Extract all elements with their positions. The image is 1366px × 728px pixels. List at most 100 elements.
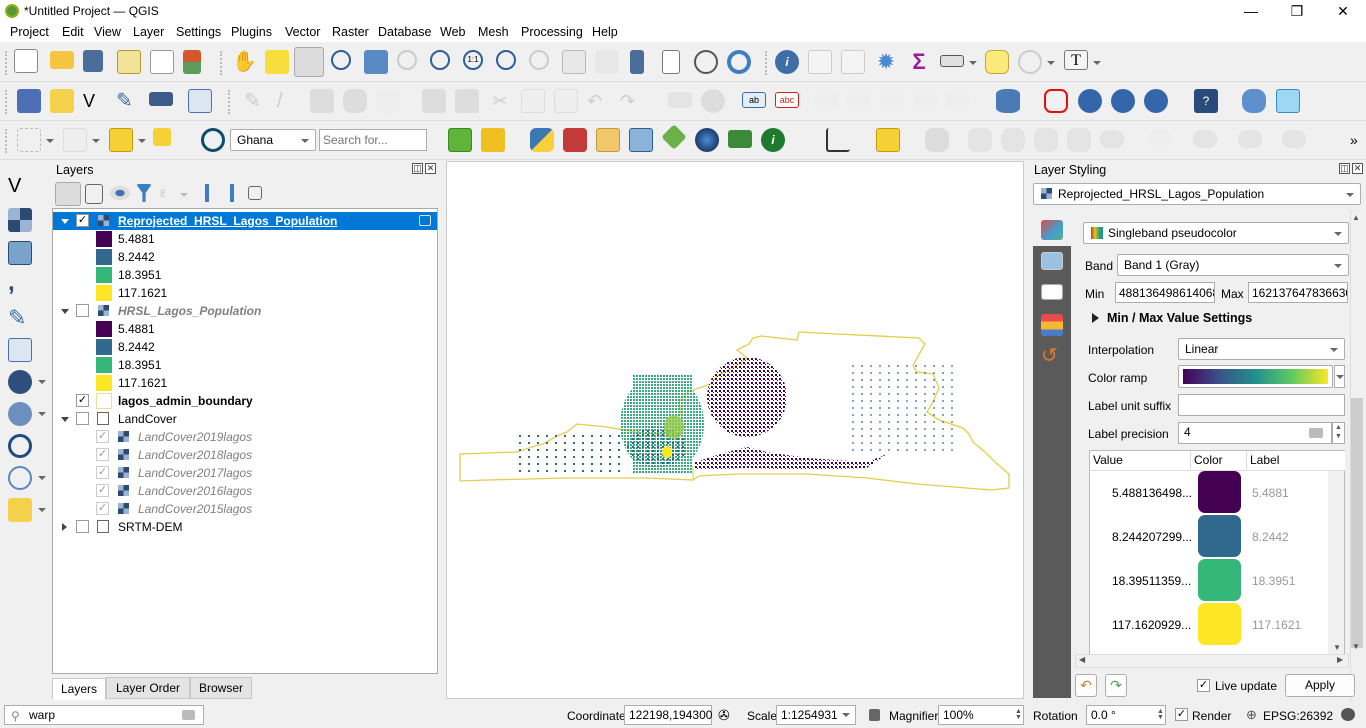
layer-visibility-checkbox[interactable]: ✓	[96, 484, 109, 497]
wfs-dropdown-icon[interactable]	[38, 476, 46, 480]
close-button[interactable]: ✕	[1320, 0, 1366, 22]
identify-plugin-icon[interactable]: i	[761, 128, 785, 152]
add-postgis-icon[interactable]	[8, 370, 32, 394]
zoom-full-icon[interactable]	[364, 50, 388, 74]
add-spatialite-icon[interactable]: ✎	[8, 306, 32, 330]
add-polygon-icon[interactable]	[343, 89, 367, 113]
reshape-icon[interactable]	[968, 128, 992, 152]
menu-processing[interactable]: Processing	[521, 25, 583, 39]
layer-visibility-checkbox[interactable]: ✓	[76, 394, 89, 407]
move-label-icon[interactable]	[880, 92, 904, 108]
style-manager-icon[interactable]	[183, 50, 201, 74]
close-panel-button[interactable]: ✕	[1352, 163, 1363, 174]
add-wms-layer-icon[interactable]	[1078, 89, 1102, 113]
layout-manager-icon[interactable]	[150, 50, 174, 74]
layer-visibility-checkbox[interactable]: ✓	[76, 214, 89, 227]
map-swipe-icon[interactable]	[629, 128, 653, 152]
show-bookmarks-icon[interactable]	[662, 50, 680, 74]
toolbar-grip[interactable]	[765, 51, 769, 75]
new-shapefile-layer-icon[interactable]: V	[83, 89, 107, 113]
expand-arrow-icon[interactable]	[61, 219, 69, 224]
show-hide-labels-icon[interactable]	[847, 92, 871, 108]
globe-plugin-icon[interactable]	[695, 128, 719, 152]
toolbar-grip[interactable]	[5, 129, 9, 153]
precision-stepper[interactable]: ▲ ▼	[1332, 422, 1345, 444]
zoom-native-icon[interactable]: 1:1	[463, 50, 483, 70]
undo-style-button[interactable]: ↶	[1075, 674, 1097, 697]
symbology-tab[interactable]	[1033, 216, 1071, 246]
header-color[interactable]: Color	[1191, 451, 1247, 471]
menu-help[interactable]: Help	[592, 25, 618, 39]
text-annotation-dropdown-icon[interactable]	[1093, 61, 1101, 65]
tab-layer-order[interactable]: Layer Order	[106, 677, 190, 699]
pan-to-selection-icon[interactable]	[265, 50, 289, 74]
menu-layer[interactable]: Layer	[133, 25, 164, 39]
style-brush-icon[interactable]	[481, 128, 505, 152]
close-panel-button[interactable]: ✕	[425, 163, 436, 174]
map-plugin-icon[interactable]	[728, 130, 752, 148]
open-project-icon[interactable]	[50, 51, 74, 69]
add-wfs-icon[interactable]	[8, 466, 32, 490]
max-input[interactable]	[1248, 282, 1348, 303]
filter-by-expression-icon[interactable]: ε	[160, 184, 176, 202]
class-color-swatch[interactable]	[1198, 559, 1241, 601]
expand-arrow-icon[interactable]	[62, 523, 67, 531]
expand-arrow-icon[interactable]	[1092, 313, 1099, 323]
layer-visibility-checkbox[interactable]: ✓	[96, 448, 109, 461]
layer-item-landcover[interactable]: ✓ LandCover2017lagos	[53, 464, 437, 482]
style-panel-toggle-icon[interactable]	[55, 182, 81, 206]
color-ramp-dropdown[interactable]	[1334, 365, 1345, 388]
apply-button[interactable]: Apply	[1285, 674, 1355, 697]
quick-osm-icon[interactable]	[448, 128, 472, 152]
header-value[interactable]: Value	[1090, 451, 1191, 471]
history-tab-icon[interactable]: ↺	[1041, 346, 1061, 366]
modify-attributes-icon[interactable]	[422, 89, 446, 113]
horizontal-scrollbar[interactable]	[1075, 654, 1349, 668]
group-visibility-checkbox[interactable]	[76, 520, 89, 533]
offset-curve-icon[interactable]	[1067, 128, 1091, 152]
add-part-icon[interactable]	[1193, 130, 1217, 148]
new-virtual-layer-icon[interactable]	[149, 92, 173, 106]
layer-visibility-checkbox[interactable]: ✓	[96, 466, 109, 479]
select-by-value-icon[interactable]	[63, 128, 87, 152]
attribute-table-icon[interactable]	[808, 50, 832, 74]
lock-scale-icon[interactable]	[869, 709, 880, 721]
select-dropdown-icon[interactable]	[46, 139, 54, 143]
undo-icon[interactable]: ↶	[587, 89, 611, 113]
identify-features-icon[interactable]: i	[775, 50, 799, 74]
save-edits-icon[interactable]	[310, 89, 334, 113]
toolbar-grip[interactable]	[220, 51, 224, 75]
paste-features-icon[interactable]	[554, 89, 578, 113]
wms-dropdown-icon[interactable]	[38, 412, 46, 416]
label-precision-spinbox[interactable]: 4	[1178, 422, 1332, 444]
deselect-dropdown-icon[interactable]	[138, 139, 146, 143]
menu-edit[interactable]: Edit	[62, 25, 84, 39]
annotation-dropdown-icon[interactable]	[1047, 61, 1055, 65]
collapse-all-icon[interactable]	[224, 184, 240, 202]
new-3d-map-view-icon[interactable]	[595, 50, 619, 74]
copy-features-icon[interactable]	[521, 89, 545, 113]
clear-icon[interactable]	[182, 710, 195, 720]
add-ring-icon[interactable]	[1100, 130, 1124, 148]
class-color-swatch[interactable]	[1198, 471, 1241, 513]
layer-visibility-checkbox[interactable]	[76, 304, 89, 317]
scroll-left-icon[interactable]: ◀	[1079, 655, 1085, 664]
layer-visibility-checkbox[interactable]: ✓	[96, 430, 109, 443]
scroll-up-icon[interactable]: ▲	[1352, 213, 1360, 222]
search-web-services-icon[interactable]	[1144, 89, 1168, 113]
menu-vector[interactable]: Vector	[285, 25, 320, 39]
pin-labels-icon[interactable]	[814, 92, 838, 108]
menu-plugins[interactable]: Plugins	[231, 25, 272, 39]
globe-icon[interactable]: ⊕	[1246, 707, 1257, 723]
layer-indicator-icon[interactable]	[419, 215, 431, 226]
current-edits-icon[interactable]: ✎	[244, 89, 268, 113]
processing-toolbox-icon[interactable]: ✹	[874, 50, 898, 74]
change-label-icon[interactable]	[946, 92, 970, 108]
georeferencer-icon[interactable]	[1242, 89, 1266, 113]
restore-button[interactable]: ❐	[1274, 0, 1320, 22]
transparency-tab-icon[interactable]	[1041, 252, 1063, 270]
new-map-view-icon[interactable]	[562, 50, 586, 74]
pan-hand-icon[interactable]: ✋	[232, 50, 257, 74]
new-temp-scratch-layer-icon[interactable]: ✎	[116, 89, 140, 113]
rotation-spinbox[interactable]: 0.0 ° ▲ ▼	[1086, 705, 1166, 725]
